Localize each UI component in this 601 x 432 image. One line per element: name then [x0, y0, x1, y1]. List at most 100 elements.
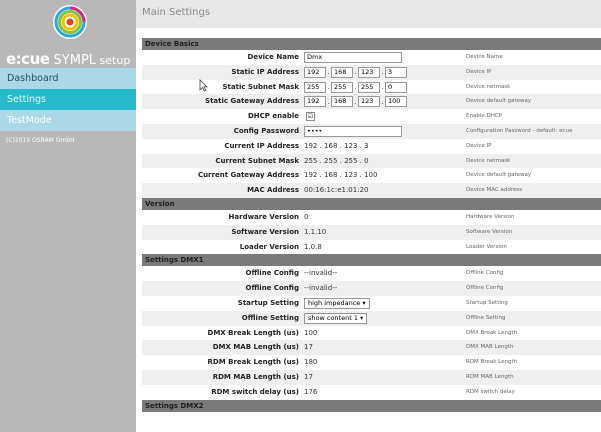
current-gateway-value: 192 . 168 . 123 . 100 [304, 171, 378, 180]
brand-ecue: e:cue [6, 50, 50, 68]
current-mask-value: 255 . 255 . 255 . 0 [304, 156, 369, 165]
label: Config Password [233, 126, 299, 135]
sw-version-value: 1.1.10 [304, 227, 327, 236]
label: Static Subnet Mask [222, 82, 299, 91]
copyright: (C)2019 OSRAM GmbH [6, 137, 75, 144]
section-dmx2: Settings DMX2 [142, 399, 601, 412]
label: DMX Break Length (us) [207, 328, 299, 337]
static-mask-input: 255. 255. 255. 0 [304, 81, 407, 93]
ip-octet-3[interactable]: 123 [358, 66, 380, 78]
row-offline-setting: Offline Setting show content 1 ▾ Offline… [142, 310, 601, 326]
ip-octet-1[interactable]: 192 [304, 66, 326, 78]
config-password-input[interactable]: •••• [304, 125, 402, 137]
label: Current Gateway Address [197, 171, 299, 180]
gw-octet-1[interactable]: 192 [304, 96, 326, 108]
row-current-gateway: Current Gateway Address 192 . 168 . 123 … [142, 168, 601, 184]
row-rdm-delay: RDM switch delay (us) 176 RDM switch del… [142, 384, 601, 400]
description: RDM Break Length [466, 359, 518, 366]
row-startup-setting: Startup Setting high impedance ▾ Startup… [142, 295, 601, 311]
description: Device IP [466, 68, 492, 75]
gw-octet-4[interactable]: 100 [385, 96, 407, 108]
mouse-pointer-icon [199, 79, 208, 92]
label: DHCP enable [248, 112, 299, 121]
device-name-input[interactable]: Dmx [304, 52, 402, 63]
description: Device netmask [466, 157, 511, 164]
select-value: show content 1 [308, 313, 358, 322]
ip-octet-2[interactable]: 168 [331, 66, 353, 78]
row-rdm-break: RDM Break Length (us) 180 RDM Break Leng… [142, 355, 601, 370]
description: Startup Setting [466, 299, 508, 306]
static-ip-input: 192. 168. 123. 3 [304, 66, 407, 78]
nav-dashboard[interactable]: Dashboard [0, 68, 136, 89]
rdm-mab-value: 17 [304, 372, 313, 381]
description: RDM switch delay [466, 388, 515, 395]
description: Hardware Version [466, 213, 515, 220]
section-device-basics: Device Basics [142, 38, 601, 50]
description: Enable DHCP [466, 113, 503, 120]
row-rdm-mab: RDM MAB Length (us) 17 RDM MAB Length [142, 369, 601, 385]
description: DMX Break Length [466, 329, 518, 336]
label: RDM MAB Length (us) [212, 372, 299, 381]
label: Loader Version [239, 242, 299, 251]
gw-octet-2[interactable]: 168 [331, 96, 353, 108]
offline-config-value: --invalid-- [304, 284, 338, 293]
description: Offline Config [466, 285, 504, 292]
mac-value: 00:16:1c:e1:01:20 [304, 186, 369, 195]
mask-octet-1[interactable]: 255 [304, 81, 326, 93]
row-loader-version: Loader Version 1.0.8 Loader Version [142, 239, 601, 255]
hw-version-value: 0 [304, 212, 309, 221]
row-offline-config-2: Offline Config --invalid-- Offline Confi… [142, 281, 601, 296]
mask-octet-3[interactable]: 255 [358, 81, 380, 93]
topbar: Main Settings [136, 0, 601, 28]
startup-setting-select[interactable]: high impedance ▾ [304, 297, 370, 309]
row-sw-version: Software Version 1.1.10 Software Version [142, 224, 601, 240]
description: Device default gateway [466, 172, 532, 179]
description: Configuration Password - default: ecue [466, 127, 573, 134]
offline-config-value: --invalid-- [304, 269, 338, 278]
gw-octet-3[interactable]: 123 [358, 96, 380, 108]
label: Current Subnet Mask [215, 156, 299, 165]
offline-setting-select[interactable]: show content 1 ▾ [304, 312, 368, 324]
brand-sympl: SYMPL [49, 53, 97, 68]
row-current-mask: Current Subnet Mask 255 . 255 . 255 . 0 … [142, 153, 601, 169]
settings-table: Device Basics Device Name Dmx Device Nam… [142, 38, 601, 412]
label: RDM switch delay (us) [211, 387, 299, 396]
label: RDM Break Length (us) [207, 358, 299, 367]
nav-settings[interactable]: Settings [0, 89, 136, 110]
label: Device Name [247, 53, 299, 61]
mask-octet-2[interactable]: 255 [331, 81, 353, 93]
select-value: high impedance [308, 298, 361, 307]
description: Device MAC address [466, 187, 523, 194]
label: Offline Config [245, 284, 299, 293]
label: Static IP Address [231, 67, 299, 76]
dhcp-checkbox[interactable]: ☑ [306, 112, 315, 122]
label: Offline Config [245, 269, 299, 278]
brand-name: e:cue SYMPL setup [6, 50, 130, 68]
description: Offline Config [466, 270, 504, 277]
row-offline-config-1: Offline Config --invalid-- Offline Confi… [142, 266, 601, 282]
chevron-down-icon: ▾ [362, 298, 366, 307]
loader-version-value: 1.0.8 [304, 242, 322, 251]
sidebar: e:cue SYMPL setup Dashboard Settings Tes… [0, 0, 136, 432]
rdm-delay-value: 176 [304, 387, 318, 396]
chevron-down-icon: ▾ [360, 313, 364, 322]
label: Offline Setting [241, 313, 299, 322]
ip-octet-4[interactable]: 3 [385, 66, 407, 78]
label: Current IP Address [224, 141, 299, 150]
description: Offline Setting [466, 314, 506, 321]
row-dmx-mab: DMX MAB Length (us) 17 DMX MAB Length [142, 340, 601, 356]
nav-testmode[interactable]: TestMode [0, 110, 136, 131]
description: Device Name [466, 54, 503, 60]
logo-swirl-icon [53, 5, 87, 39]
description: Software Version [466, 228, 513, 235]
description: Device netmask [466, 83, 511, 90]
row-static-mask: Static Subnet Mask 255. 255. 255. 0 Devi… [142, 79, 601, 95]
row-static-ip: Static IP Address 192. 168. 123. 3 Devic… [142, 64, 601, 80]
current-ip-value: 192 . 168 . 123 . 3 [304, 141, 369, 150]
row-device-name: Device Name Dmx Device Name [142, 50, 601, 65]
row-mac: MAC Address 00:16:1c:e1:01:20 Device MAC… [142, 183, 601, 198]
row-current-ip: Current IP Address 192 . 168 . 123 . 3 D… [142, 138, 601, 154]
row-static-gateway: Static Gateway Address 192. 168. 123. 10… [142, 94, 601, 110]
mask-octet-4[interactable]: 0 [385, 81, 407, 93]
row-config-password: Config Password •••• Configuration Passw… [142, 123, 601, 139]
